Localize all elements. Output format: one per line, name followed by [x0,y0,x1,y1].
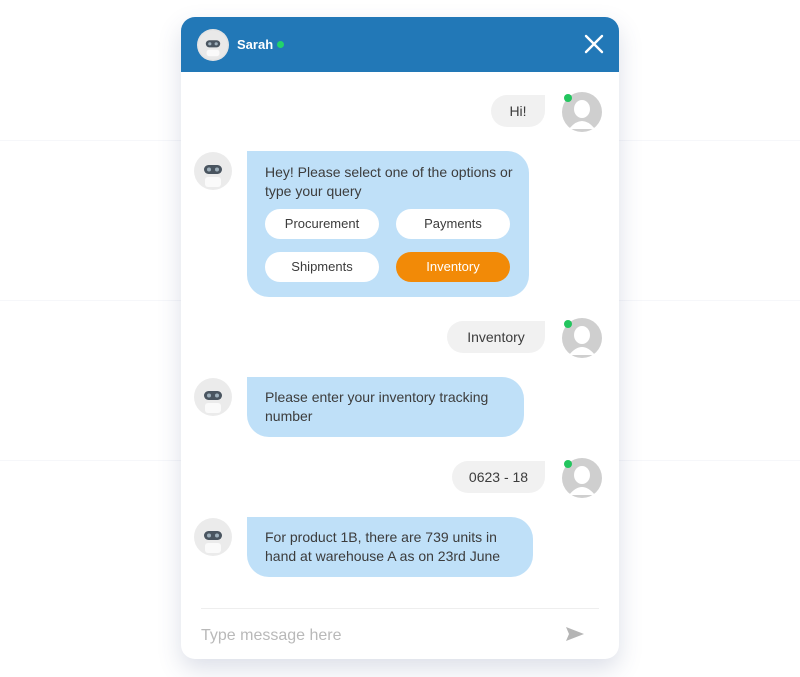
bot-avatar [193,377,233,417]
bot-avatar-icon [194,518,232,556]
agent-name: Sarah [237,37,274,52]
bot-message: For product 1B, there are 739 units in h… [247,517,533,577]
bot-message-text: For product 1B, there are 739 units in h… [265,529,501,564]
option-payments[interactable]: Payments [396,209,510,239]
chat-widget: Sarah Hi! Hey! Please select one of the … [181,17,619,659]
user-message: 0623 - 18 [452,461,545,493]
bot-message-text: Hey! Please select one of the options or… [265,164,513,199]
user-avatar [561,457,603,499]
online-status-dot [564,94,572,102]
bot-message: Hey! Please select one of the options or… [247,151,529,297]
bot-avatar-icon [197,29,229,61]
user-message: Hi! [491,95,545,127]
composer-divider [201,608,599,609]
message-input[interactable] [199,621,543,651]
send-icon [566,627,584,641]
bot-avatar [193,151,233,191]
online-status-dot [564,320,572,328]
option-procurement[interactable]: Procurement [265,209,379,239]
close-button[interactable] [583,33,605,55]
chat-header: Sarah [181,17,619,72]
online-status-dot [564,460,572,468]
user-avatar [561,317,603,359]
close-icon [584,34,604,54]
option-shipments[interactable]: Shipments [265,252,379,282]
bot-message: Please enter your inventory tracking num… [247,377,524,437]
bot-avatar [193,517,233,557]
online-status-dot [277,41,284,48]
bot-avatar-icon [194,378,232,416]
user-avatar [561,91,603,133]
bot-avatar-icon [194,152,232,190]
option-inventory[interactable]: Inventory [396,252,510,282]
user-message: Inventory [447,321,545,353]
bot-message-text: Please enter your inventory tracking num… [265,389,489,424]
send-button[interactable] [565,626,585,642]
